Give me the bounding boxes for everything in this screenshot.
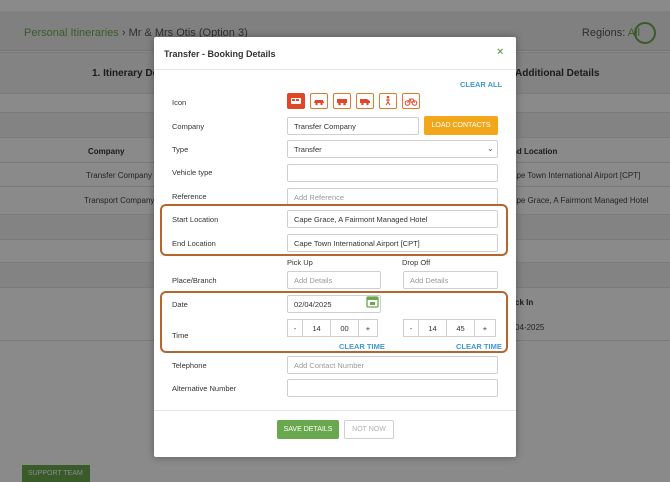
icon-label: Icon	[172, 98, 187, 107]
save-details-button[interactable]: SAVE DETAILS	[277, 420, 339, 439]
transfer-booking-modal: Transfer - Booking Details × CLEAR ALL I…	[154, 37, 516, 457]
dropoff-heading: Drop Off	[402, 258, 431, 267]
alternative-number-input[interactable]	[287, 379, 498, 397]
vehicle-type-input[interactable]	[287, 164, 498, 182]
chevron-down-icon: ⌄	[487, 144, 494, 153]
alternative-number-label: Alternative Number	[172, 384, 237, 393]
clear-all-link[interactable]: CLEAR ALL	[460, 80, 502, 89]
jeep-icon[interactable]	[333, 93, 351, 109]
bus-icon[interactable]	[287, 93, 305, 109]
location-highlight-box	[160, 204, 508, 256]
load-contacts-button[interactable]: LOAD CONTACTS	[424, 116, 498, 135]
place-branch-label: Place/Branch	[172, 276, 217, 285]
modal-header-divider	[154, 69, 516, 70]
vehicle-type-label: Vehicle type	[172, 168, 213, 177]
date-time-highlight-box	[160, 291, 508, 353]
type-select[interactable]: Transfer	[287, 140, 498, 158]
pickup-heading: Pick Up	[287, 258, 313, 267]
pickup-details-input[interactable]: Add Details	[287, 271, 381, 289]
telephone-input[interactable]: Add Contact Number	[287, 356, 498, 374]
bicycle-icon[interactable]	[402, 93, 420, 109]
type-label: Type	[172, 145, 189, 154]
dropoff-details-input[interactable]: Add Details	[403, 271, 498, 289]
modal-title: Transfer - Booking Details	[164, 49, 276, 59]
van-icon[interactable]	[356, 93, 374, 109]
company-input[interactable]: Transfer Company	[287, 117, 419, 135]
company-label: Company	[172, 122, 205, 131]
car-icon[interactable]	[310, 93, 328, 109]
walking-icon[interactable]	[379, 93, 397, 109]
modal-footer-divider	[154, 410, 516, 411]
reference-label: Reference	[172, 192, 207, 201]
close-icon[interactable]: ×	[497, 46, 503, 58]
page: Personal Itineraries › Mr & Mrs Otis (Op…	[0, 0, 670, 482]
not-now-button[interactable]: NOT NOW	[344, 420, 394, 439]
telephone-label: Telephone	[172, 361, 207, 370]
